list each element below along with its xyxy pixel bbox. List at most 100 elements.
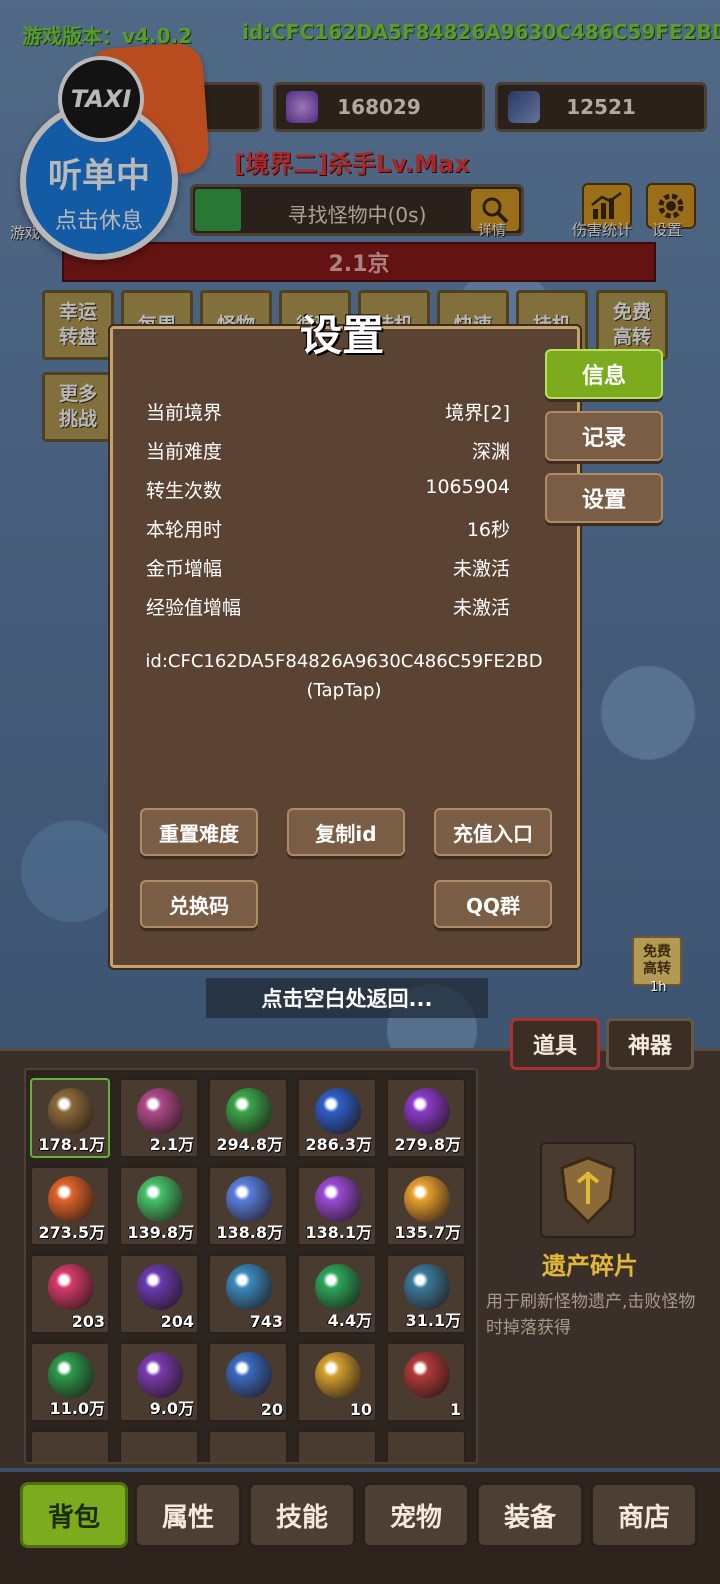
free-mini-label: 免费 高转 xyxy=(643,944,671,977)
item-count: 138.1万 xyxy=(305,1223,372,1242)
inventory-slot[interactable] xyxy=(208,1430,288,1462)
qq-group-button[interactable]: QQ群 xyxy=(434,880,552,928)
item-icon xyxy=(48,1176,94,1222)
inventory-grid: 178.1万 2.1万 294.8万 286.3万 279.8万 273.5万 139.8万… xyxy=(24,1068,478,1464)
item-count: 139.8万 xyxy=(127,1223,194,1242)
inventory-slot[interactable]: 1 xyxy=(386,1342,466,1422)
info-label: 本轮用时 xyxy=(146,519,223,541)
selected-item-description: 用于刷新怪物遗产,击败怪物时掉落获得 xyxy=(486,1292,696,1338)
inventory-slot[interactable]: 138.1万 xyxy=(297,1166,377,1246)
item-icon xyxy=(404,1264,450,1310)
nav-pets[interactable]: 宠物 xyxy=(362,1482,470,1548)
inventory-slot[interactable]: 279.8万 xyxy=(386,1078,466,1158)
item-count: 2.1万 xyxy=(149,1135,194,1154)
item-icon xyxy=(404,1352,450,1398)
inventory-slot[interactable]: 743 xyxy=(208,1254,288,1334)
item-icon xyxy=(226,1088,272,1134)
nav-shop[interactable]: 商店 xyxy=(590,1482,698,1548)
inventory-slot[interactable] xyxy=(119,1430,199,1462)
inventory-slot[interactable]: 273.5万 xyxy=(30,1166,110,1246)
redeem-code-button[interactable]: 兑换码 xyxy=(140,880,258,928)
inventory-slot[interactable]: 10 xyxy=(297,1342,377,1422)
info-value: 1065904 xyxy=(425,476,510,498)
copy-id-button[interactable]: 复制id xyxy=(287,808,405,856)
modal-title: 设置 xyxy=(300,311,385,360)
info-row: 转生次数 1065904 xyxy=(146,476,510,503)
modal-id-text: id:CFC162DA5F84826A9630C486C59FE2BD(TapT… xyxy=(145,651,543,701)
item-count: 4.4万 xyxy=(327,1311,372,1330)
item-count: 178.1万 xyxy=(38,1135,105,1154)
return-hint[interactable]: 点击空白处返回... xyxy=(206,978,488,1018)
item-count: 135.7万 xyxy=(394,1223,461,1242)
item-count: 204 xyxy=(160,1312,194,1331)
inventory-slot[interactable]: 204 xyxy=(119,1254,199,1334)
info-row: 当前境界 境界[2] xyxy=(146,398,510,425)
item-count: 9.0万 xyxy=(149,1399,194,1418)
item-icon xyxy=(137,1088,183,1134)
item-count: 10 xyxy=(349,1400,372,1419)
info-value: 16秒 xyxy=(466,519,510,541)
inventory-slot[interactable] xyxy=(386,1430,466,1462)
item-count: 31.1万 xyxy=(405,1311,461,1330)
nav-equipment[interactable]: 装备 xyxy=(476,1482,584,1548)
reset-difficulty-button[interactable]: 重置难度 xyxy=(140,808,258,856)
inventory-slot[interactable]: 138.8万 xyxy=(208,1166,288,1246)
info-row: 本轮用时 16秒 xyxy=(146,515,510,542)
inventory-slot[interactable]: 203 xyxy=(30,1254,110,1334)
item-count: 11.0万 xyxy=(49,1399,105,1418)
info-value: 未激活 xyxy=(452,558,510,580)
item-icon xyxy=(315,1352,361,1398)
inventory-slot[interactable]: 135.7万 xyxy=(386,1166,466,1246)
item-count: 138.8万 xyxy=(216,1223,283,1242)
item-icon xyxy=(226,1352,272,1398)
item-count: 203 xyxy=(71,1312,105,1331)
inventory-slot[interactable]: 178.1万 xyxy=(30,1078,110,1158)
inventory-slot[interactable]: 294.8万 xyxy=(208,1078,288,1158)
item-icon xyxy=(226,1176,272,1222)
item-count: 273.5万 xyxy=(38,1223,105,1242)
info-value: 深渊 xyxy=(471,441,510,463)
item-icon xyxy=(137,1176,183,1222)
inventory-slot[interactable] xyxy=(297,1430,377,1462)
selected-item-preview xyxy=(540,1142,636,1238)
nav-backpack[interactable]: 背包 xyxy=(20,1482,128,1548)
info-label: 金币增幅 xyxy=(146,558,223,580)
inventory-slot[interactable]: 2.1万 xyxy=(119,1078,199,1158)
nav-attributes[interactable]: 属性 xyxy=(134,1482,242,1548)
inventory-slot[interactable] xyxy=(30,1430,110,1462)
item-icon xyxy=(404,1176,450,1222)
recharge-button[interactable]: 充值入口 xyxy=(434,808,552,856)
info-row: 经验值增幅 未激活 xyxy=(146,593,510,620)
item-icon xyxy=(404,1088,450,1134)
info-label: 当前境界 xyxy=(146,402,223,424)
inventory-slot[interactable]: 20 xyxy=(208,1342,288,1422)
tab-settings[interactable]: 设置 xyxy=(545,473,663,523)
tab-artifacts[interactable]: 神器 xyxy=(606,1018,694,1070)
item-icon xyxy=(48,1264,94,1310)
item-icon xyxy=(315,1176,361,1222)
inventory-slot[interactable]: 286.3万 xyxy=(297,1078,377,1158)
shield-icon xyxy=(560,1156,616,1225)
item-count: 1 xyxy=(449,1400,461,1419)
item-count: 279.8万 xyxy=(394,1135,461,1154)
item-count: 20 xyxy=(260,1400,283,1419)
nav-skills[interactable]: 技能 xyxy=(248,1482,356,1548)
selected-item-name: 遗产碎片 xyxy=(542,1252,638,1280)
inventory-slot[interactable]: 31.1万 xyxy=(386,1254,466,1334)
item-icon xyxy=(137,1264,183,1310)
item-icon xyxy=(48,1088,94,1134)
item-count: 743 xyxy=(249,1312,283,1331)
inventory-slot[interactable]: 11.0万 xyxy=(30,1342,110,1422)
info-label: 转生次数 xyxy=(146,480,223,502)
tab-records[interactable]: 记录 xyxy=(545,411,663,461)
item-icon xyxy=(315,1088,361,1134)
info-label: 当前难度 xyxy=(146,441,223,463)
item-icon xyxy=(48,1352,94,1398)
tab-items[interactable]: 道具 xyxy=(510,1018,600,1070)
inventory-slot[interactable]: 9.0万 xyxy=(119,1342,199,1422)
tab-info[interactable]: 信息 xyxy=(545,349,663,399)
info-value: 未激活 xyxy=(452,597,510,619)
inventory-slot[interactable]: 4.4万 xyxy=(297,1254,377,1334)
inventory-slot[interactable]: 139.8万 xyxy=(119,1166,199,1246)
free-rebirth-mini-button[interactable]: 免费 高转 xyxy=(632,936,682,986)
